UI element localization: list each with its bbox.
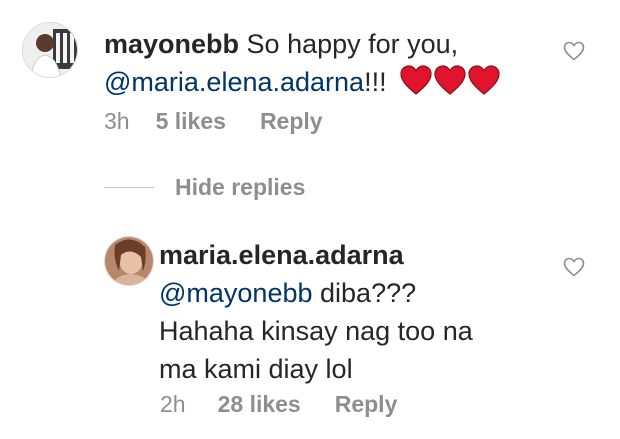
comment-meta: 3h 5 likes Reply [104, 106, 323, 136]
reply-time: 2h [160, 390, 186, 417]
comment-text: mayonebb So happy for you, @maria.elena.… [104, 25, 564, 101]
hide-replies-label[interactable]: Hide replies [175, 174, 305, 201]
heart-emoji-icon [400, 65, 432, 95]
reply-text: maria.elena.adarna @mayonebb diba??? Hah… [159, 236, 559, 388]
like-heart-icon[interactable] [563, 257, 585, 277]
heart-emoji-icon [468, 65, 500, 95]
reply-body-line3: ma kami diay lol [159, 354, 353, 384]
comment-username[interactable]: mayonebb [104, 29, 239, 59]
comment-time: 3h [104, 107, 130, 134]
comment-suffix: !!! [364, 67, 387, 97]
heart-emojis [400, 65, 502, 95]
reply-body-line1: diba??? [320, 278, 417, 308]
reply-reply-button[interactable]: Reply [335, 391, 398, 418]
hide-replies-divider [104, 186, 154, 188]
heart-emoji-icon [434, 65, 466, 95]
reply-body-line2: Hahaha kinsay nag too na [159, 316, 473, 346]
reply-likes[interactable]: 28 likes [218, 391, 301, 418]
reply-username[interactable]: maria.elena.adarna [159, 240, 404, 270]
hide-replies-toggle[interactable]: Hide replies [104, 172, 305, 202]
comment-mention[interactable]: @maria.elena.adarna [104, 67, 364, 97]
comment-reply-button[interactable]: Reply [260, 108, 323, 135]
reply-mention[interactable]: @mayonebb [159, 278, 313, 308]
comment-body: So happy for you, [246, 29, 459, 59]
avatar[interactable] [104, 236, 154, 286]
like-heart-icon[interactable] [563, 41, 585, 61]
avatar[interactable] [22, 22, 78, 78]
comment-likes[interactable]: 5 likes [156, 108, 226, 135]
reply-meta: 2h 28 likes Reply [160, 389, 397, 419]
